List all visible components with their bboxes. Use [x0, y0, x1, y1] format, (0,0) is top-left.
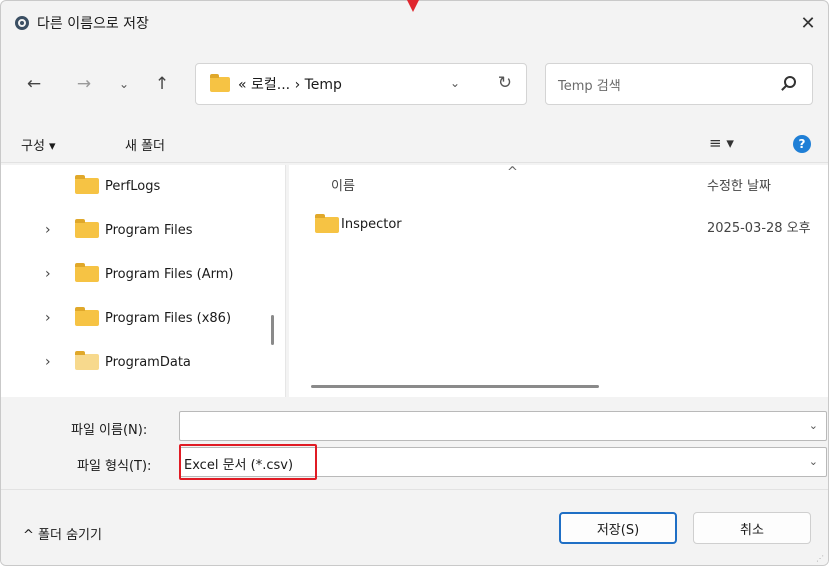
filename-label: 파일 이름(N): [71, 423, 148, 438]
folder-icon [75, 175, 99, 194]
column-header-date[interactable]: 수정한 날짜 [707, 175, 771, 194]
recent-locations-chevron-icon[interactable]: ⌄ [111, 71, 137, 97]
save-button[interactable]: 저장(S) [559, 512, 677, 544]
forward-arrow-icon[interactable]: → [71, 71, 97, 97]
view-options-icon[interactable]: ≡ ▾ [709, 134, 734, 152]
chevron-down-icon[interactable]: ⌄ [809, 455, 818, 468]
folder-icon [75, 307, 99, 326]
resize-grip-icon[interactable]: ⋰ [816, 554, 824, 563]
horizontal-scrollbar[interactable] [311, 385, 599, 388]
search-placeholder: Temp 검색 [558, 78, 621, 94]
address-path[interactable]: « 로컬... › Temp [238, 74, 342, 94]
tree-item-label: ProgramData [105, 354, 191, 370]
folder-icon [75, 219, 99, 238]
navigation-pane: PerfLogs › Program Files › Program Files… [1, 165, 285, 397]
back-arrow-icon[interactable]: ← [21, 71, 47, 97]
folder-icon [210, 73, 230, 92]
column-header-name[interactable]: 이름 [331, 175, 355, 194]
hide-folders-button[interactable]: ^ 폴더 숨기기 [23, 524, 102, 543]
annotation-arrow [404, 0, 422, 12]
command-bar: 구성 ▾ 새 폴더 ≡ ▾ ? [1, 123, 828, 163]
up-arrow-icon[interactable]: ↑ [149, 71, 175, 97]
save-form: 파일 이름(N): ⌄ 파일 형식(T): Excel 문서 (*.csv) ⌄ [1, 399, 828, 487]
pane-divider[interactable] [285, 165, 286, 397]
folder-icon [75, 351, 99, 370]
file-date: 2025-03-28 오후 [707, 221, 811, 236]
help-icon[interactable]: ? [793, 135, 811, 153]
chevron-right-icon[interactable]: › [45, 266, 51, 282]
tree-scrollbar[interactable] [271, 315, 274, 345]
annotation-highlight-box [179, 444, 317, 480]
filetype-label: 파일 형식(T): [77, 459, 152, 474]
save-as-dialog: 다른 이름으로 저장 ✕ ← → ⌄ ↑ « 로컬... › Temp ⌄ ↻ … [0, 0, 829, 566]
search-icon[interactable] [784, 76, 796, 88]
folder-icon [315, 214, 339, 233]
organize-button[interactable]: 구성 ▾ [21, 135, 56, 154]
chevron-down-icon[interactable]: ⌄ [809, 419, 818, 432]
chevron-right-icon[interactable]: › [45, 354, 51, 370]
app-icon [15, 16, 29, 30]
filename-input[interactable]: ⌄ [179, 411, 827, 441]
cancel-button[interactable]: 취소 [693, 512, 811, 544]
tree-item-label: Program Files [105, 222, 193, 238]
file-name: Inspector [341, 217, 402, 232]
dialog-footer: ^ 폴더 숨기기 저장(S) 취소 ⋰ [1, 489, 828, 565]
close-button[interactable]: ✕ [792, 7, 824, 39]
refresh-icon[interactable]: ↻ [498, 73, 512, 93]
file-list: ^ 이름 수정한 날짜 Inspector 2025-03-28 오후 [289, 165, 828, 397]
folder-icon [75, 263, 99, 282]
new-folder-button[interactable]: 새 폴더 [125, 135, 165, 154]
chevron-right-icon[interactable]: › [45, 310, 51, 326]
tree-item-label: PerfLogs [105, 178, 161, 194]
navigation-bar: ← → ⌄ ↑ « 로컬... › Temp ⌄ ↻ Temp 검색 [1, 55, 828, 115]
tree-item-label: Program Files (Arm) [105, 266, 234, 282]
address-bar[interactable]: « 로컬... › Temp ⌄ ↻ [195, 63, 527, 105]
window-title: 다른 이름으로 저장 [37, 16, 149, 32]
file-row[interactable]: Inspector 2025-03-28 오후 [289, 211, 828, 239]
search-input[interactable]: Temp 검색 [545, 63, 813, 105]
sort-indicator-icon: ^ [507, 165, 518, 180]
tree-item-label: Program Files (x86) [105, 310, 232, 326]
address-dropdown-icon[interactable]: ⌄ [450, 76, 460, 90]
filetype-select[interactable]: Excel 문서 (*.csv) ⌄ [179, 444, 827, 480]
chevron-right-icon[interactable]: › [45, 222, 51, 238]
